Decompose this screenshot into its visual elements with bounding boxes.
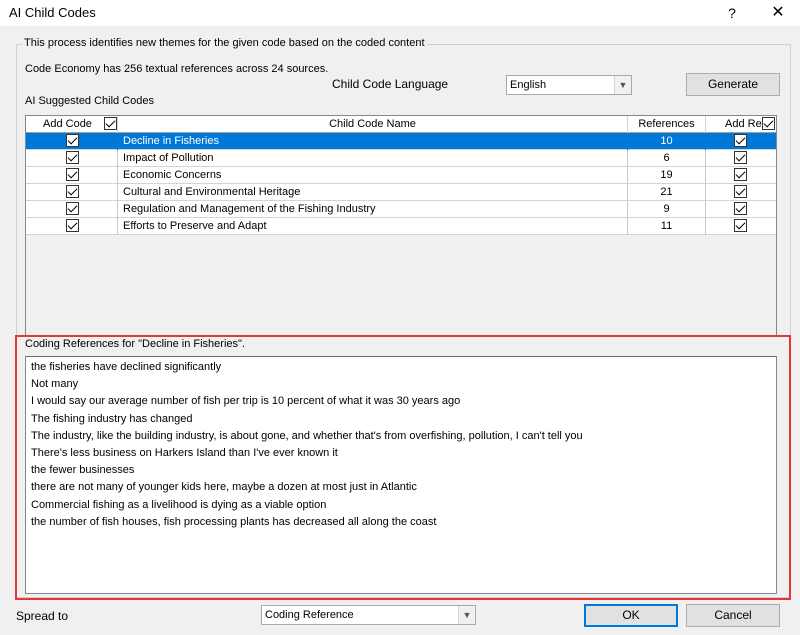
chevron-down-icon[interactable]: ▼: [458, 606, 475, 624]
list-item: There's less business on Harkers Island …: [31, 447, 338, 459]
add-refs-checkbox[interactable]: [734, 185, 747, 198]
window-title: AI Child Codes: [9, 5, 96, 20]
list-item: the number of fish houses, fish processi…: [31, 516, 437, 528]
row-name: Decline in Fisheries: [118, 133, 628, 150]
add-refs-checkbox[interactable]: [734, 219, 747, 232]
summary-text: Code Economy has 256 textual references …: [25, 63, 329, 75]
table-row[interactable]: Cultural and Environmental Heritage 21: [26, 184, 776, 201]
row-references: 21: [628, 184, 706, 201]
list-item: Commercial fishing as a livelihood is dy…: [31, 499, 327, 511]
list-item: the fisheries have declined significantl…: [31, 361, 222, 373]
row-name: Economic Concerns: [118, 167, 628, 184]
row-references: 19: [628, 167, 706, 184]
cancel-button[interactable]: Cancel: [686, 604, 780, 627]
title-bar: AI Child Codes ? ✕: [0, 0, 800, 26]
grid-header: Add Code Child Code Name References Add …: [26, 116, 776, 133]
list-item: Not many: [31, 378, 79, 390]
list-item: The fishing industry has changed: [31, 413, 193, 425]
header-references: References: [628, 116, 706, 133]
row-add-code-cell: [26, 167, 118, 184]
row-references: 10: [628, 133, 706, 150]
add-code-checkbox[interactable]: [66, 219, 79, 232]
header-name: Child Code Name: [118, 116, 628, 133]
row-references: 9: [628, 201, 706, 218]
row-name: Impact of Pollution: [118, 150, 628, 167]
row-references: 11: [628, 218, 706, 235]
list-item: the fewer businesses: [31, 464, 135, 476]
header-add-code: Add Code: [26, 116, 118, 133]
add-refs-all-checkbox[interactable]: [762, 117, 775, 130]
spread-to-value: Coding Reference: [265, 609, 354, 621]
table-row[interactable]: Impact of Pollution 6: [26, 150, 776, 167]
add-code-checkbox[interactable]: [66, 151, 79, 164]
add-code-checkbox[interactable]: [66, 134, 79, 147]
add-refs-checkbox[interactable]: [734, 134, 747, 147]
close-button[interactable]: ✕: [763, 0, 793, 26]
help-button[interactable]: ?: [717, 0, 747, 26]
row-name: Efforts to Preserve and Adapt: [118, 218, 628, 235]
generate-button[interactable]: Generate: [686, 73, 780, 96]
table-row[interactable]: Decline in Fisheries 10: [26, 133, 776, 150]
coding-references-label: Coding References for "Decline in Fisher…: [25, 338, 245, 350]
table-row[interactable]: Regulation and Management of the Fishing…: [26, 201, 776, 218]
row-add-refs-cell: [706, 218, 776, 235]
language-select[interactable]: English ▼: [506, 75, 632, 95]
row-add-code-cell: [26, 150, 118, 167]
table-row[interactable]: Efforts to Preserve and Adapt 11: [26, 218, 776, 235]
add-refs-checkbox[interactable]: [734, 151, 747, 164]
row-add-refs-cell: [706, 201, 776, 218]
chevron-down-icon[interactable]: ▼: [614, 76, 631, 94]
ok-button[interactable]: OK: [584, 604, 678, 627]
row-add-code-cell: [26, 218, 118, 235]
language-label: Child Code Language: [332, 77, 449, 91]
row-references: 6: [628, 150, 706, 167]
header-add-refs: Add Refs: [706, 116, 776, 133]
add-refs-checkbox[interactable]: [734, 202, 747, 215]
list-item: there are not many of younger kids here,…: [31, 481, 417, 493]
child-codes-grid: Add Code Child Code Name References Add …: [25, 115, 777, 336]
row-add-refs-cell: [706, 150, 776, 167]
add-refs-checkbox[interactable]: [734, 168, 747, 181]
spread-to-select[interactable]: Coding Reference ▼: [261, 605, 476, 625]
row-add-refs-cell: [706, 133, 776, 150]
list-item: The industry, like the building industry…: [31, 430, 583, 442]
add-code-checkbox[interactable]: [66, 185, 79, 198]
row-add-refs-cell: [706, 167, 776, 184]
row-add-code-cell: [26, 201, 118, 218]
suggested-label: AI Suggested Child Codes: [25, 95, 155, 107]
language-value: English: [510, 79, 547, 91]
coding-references-list[interactable]: the fisheries have declined significantl…: [25, 356, 777, 594]
add-code-checkbox[interactable]: [66, 168, 79, 181]
add-code-all-checkbox[interactable]: [104, 117, 117, 130]
row-name: Regulation and Management of the Fishing…: [118, 201, 628, 218]
row-add-refs-cell: [706, 184, 776, 201]
add-code-checkbox[interactable]: [66, 202, 79, 215]
spread-to-label: Spread to: [16, 609, 69, 623]
row-add-code-cell: [26, 133, 118, 150]
header-add-code-label: Add Code: [43, 118, 92, 130]
list-item: I would say our average number of fish p…: [31, 395, 461, 407]
table-row[interactable]: Economic Concerns 19: [26, 167, 776, 184]
row-add-code-cell: [26, 184, 118, 201]
row-name: Cultural and Environmental Heritage: [118, 184, 628, 201]
group-legend: This process identifies new themes for t…: [22, 37, 427, 49]
